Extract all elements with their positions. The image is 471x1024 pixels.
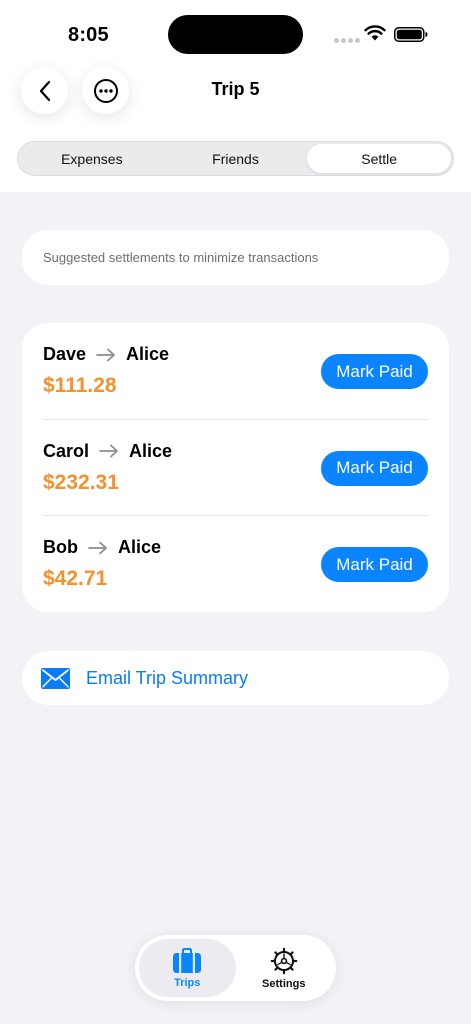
settlement-row: Bob Alice $42.71 Mark Paid	[43, 516, 428, 613]
email-trip-summary-label: Email Trip Summary	[86, 667, 249, 688]
battery-icon	[394, 27, 428, 42]
email-trip-summary-button[interactable]: Email Trip Summary	[22, 651, 449, 705]
tab-trips[interactable]: Trips	[139, 939, 236, 997]
suitcase-icon	[173, 947, 202, 973]
tab-settle[interactable]: Settle	[307, 144, 452, 173]
page-title: Trip 5	[211, 79, 260, 99]
mark-paid-button[interactable]: Mark Paid	[321, 450, 428, 486]
settlement-row: Dave Alice $111.28 Mark Paid	[43, 323, 428, 420]
settlement-parties: Dave Alice	[43, 344, 169, 365]
tab-settings-label: Settings	[262, 977, 306, 990]
settlement-row: Carol Alice $232.31 Mark Paid	[43, 420, 428, 516]
settlement-amount: $232.31	[43, 470, 119, 494]
arrow-right-icon	[88, 541, 108, 555]
segmented-control: Expenses Friends Settle	[17, 141, 454, 176]
payee-name: Alice	[126, 344, 170, 364]
settlements-list: Dave Alice $111.28 Mark Paid Carol Alice…	[22, 323, 449, 612]
tab-trips-label: Trips	[174, 976, 201, 989]
tab-settings[interactable]: Settings	[236, 939, 333, 997]
payer-name: Carol	[43, 440, 90, 461]
envelope-icon	[41, 667, 70, 689]
tab-expenses[interactable]: Expenses	[20, 144, 164, 173]
status-bar: 8:05	[0, 0, 471, 60]
settlement-hint: Suggested settlements to minimize transa…	[22, 230, 449, 285]
wifi-icon	[364, 25, 386, 41]
settlement-amount: $111.28	[43, 374, 117, 397]
dynamic-island	[168, 15, 303, 54]
arrow-right-icon	[99, 444, 119, 458]
arrow-right-icon	[96, 348, 116, 362]
status-time: 8:05	[68, 24, 109, 46]
settlement-amount: $42.71	[43, 567, 108, 590]
payer-name: Dave	[43, 344, 87, 364]
tab-friends[interactable]: Friends	[164, 144, 308, 173]
navigation-bar: Trip 5	[0, 64, 471, 118]
cellular-signal-icon	[334, 38, 360, 43]
payee-name: Alice	[129, 440, 173, 461]
settlement-parties: Bob Alice	[43, 537, 161, 558]
mark-paid-button[interactable]: Mark Paid	[321, 354, 428, 389]
payee-name: Alice	[118, 537, 162, 557]
tab-bar: Trips Settings	[135, 935, 336, 1001]
hint-text: Suggested settlements to minimize transa…	[43, 250, 319, 265]
mark-paid-button[interactable]: Mark Paid	[321, 547, 428, 582]
settlement-parties: Carol Alice	[43, 441, 172, 462]
payer-name: Bob	[43, 537, 78, 557]
header-area: 8:05 Trip 5 Expenses Friends Settle	[0, 0, 471, 192]
gear-icon	[270, 947, 298, 974]
